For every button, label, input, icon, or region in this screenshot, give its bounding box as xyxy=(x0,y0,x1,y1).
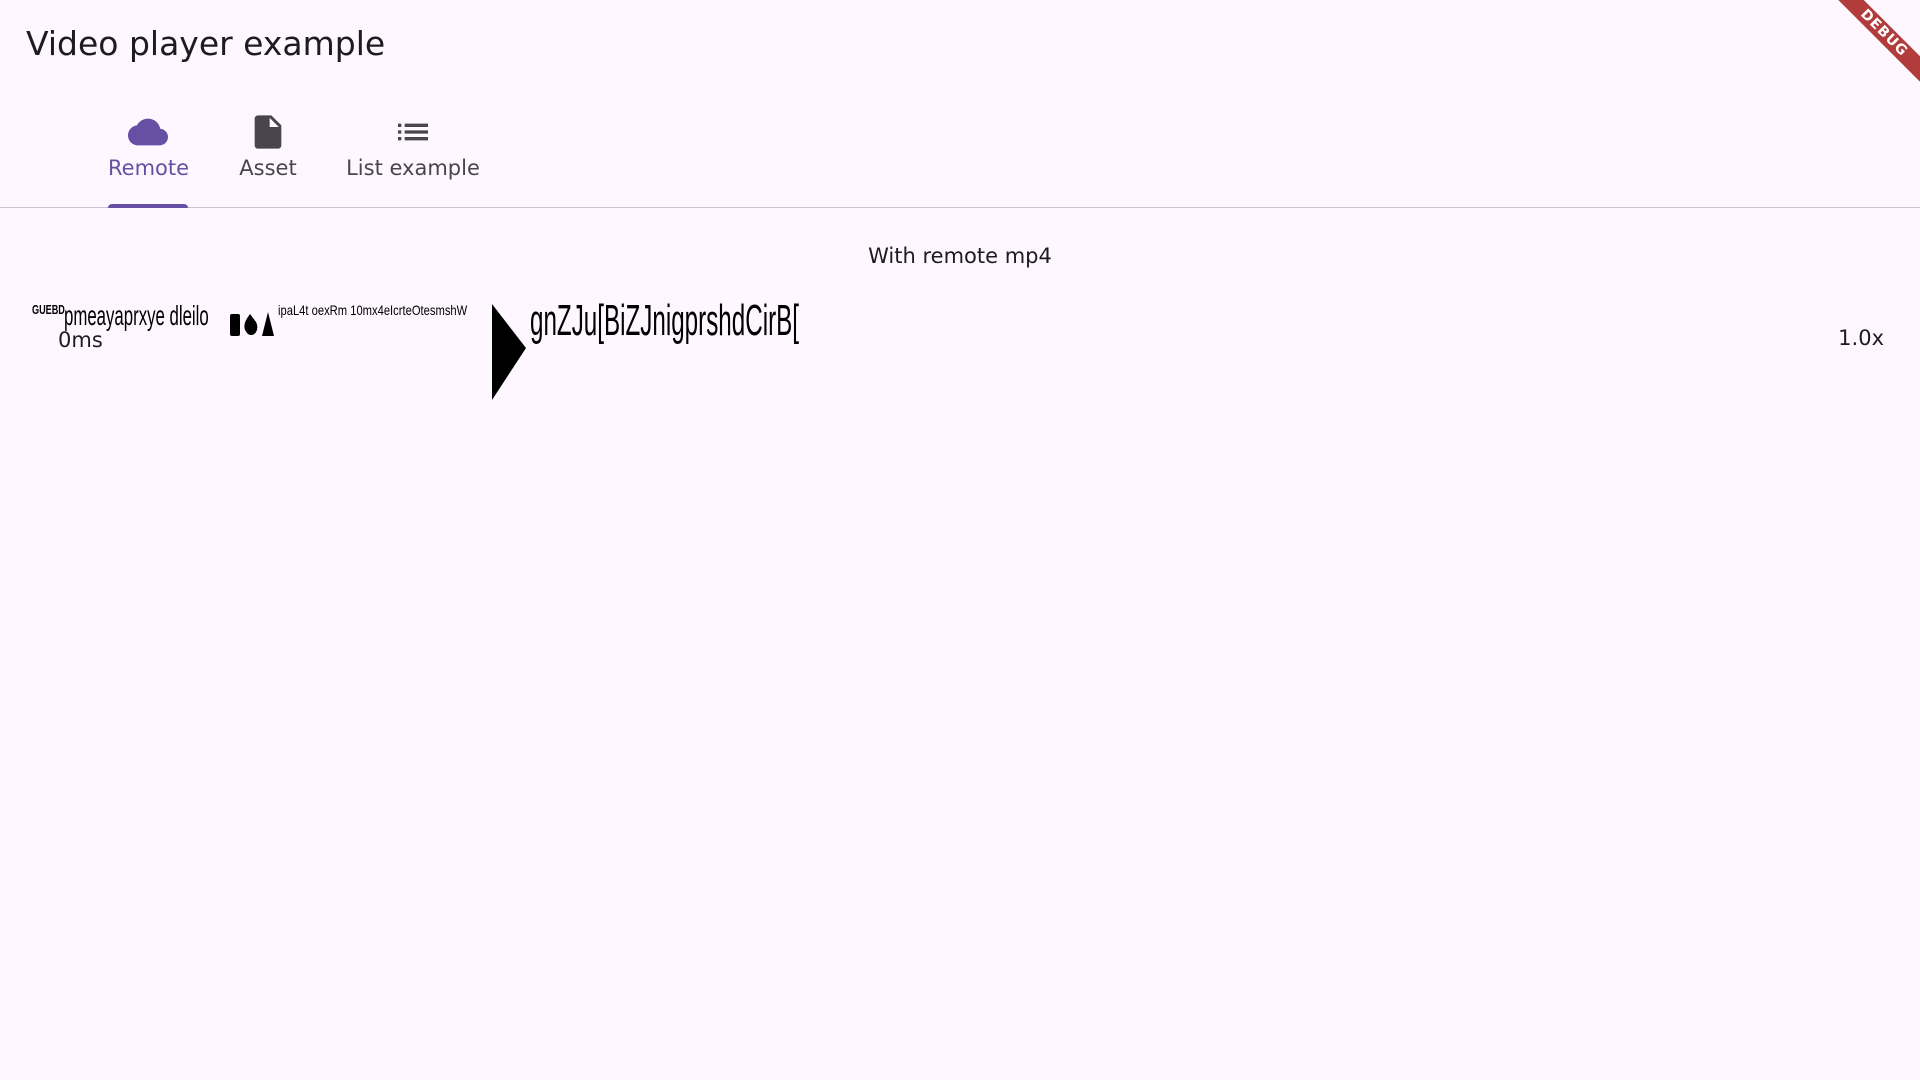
glitch-shapes-icon xyxy=(230,312,274,336)
app-root: Video player example DEBUG Remote Asset … xyxy=(0,0,1920,1080)
debug-banner-label: DEBUG xyxy=(1828,0,1920,89)
tab-remote[interactable]: Remote xyxy=(108,88,190,208)
tab-asset-label: Asset xyxy=(239,156,297,180)
play-arrow-icon[interactable] xyxy=(492,304,532,400)
remote-video-page: With remote mp4 GUEBD pmeayaprxye dleilo… xyxy=(0,208,1920,1080)
video-player[interactable]: GUEBD pmeayaprxye dleilo ipaL4t oexRm 10… xyxy=(30,296,1890,410)
video-glitch-text: gnZJu[BiZJnigprshdCirB[ xyxy=(530,296,799,345)
file-icon xyxy=(254,115,282,149)
tab-bar: Remote Asset List example xyxy=(0,88,1920,208)
page-title: Video player example xyxy=(26,24,386,63)
playback-position: 0ms xyxy=(58,328,103,352)
section-title: With remote mp4 xyxy=(868,244,1052,268)
video-glitch-text: ipaL4t oexRm 10mx4eIcrteOtesmshW xyxy=(278,302,468,318)
playback-speed-button[interactable]: 1.0x xyxy=(1834,324,1888,352)
list-icon xyxy=(398,123,428,141)
tab-list-example-label: List example xyxy=(346,156,480,180)
video-glitch-text: GUEBD xyxy=(32,302,65,317)
cloud-icon xyxy=(128,118,168,146)
tab-remote-label: Remote xyxy=(108,156,190,180)
tab-asset[interactable]: Asset xyxy=(228,88,308,207)
app-bar: Video player example DEBUG xyxy=(0,0,1920,89)
tab-list-example[interactable]: List example xyxy=(340,88,486,207)
